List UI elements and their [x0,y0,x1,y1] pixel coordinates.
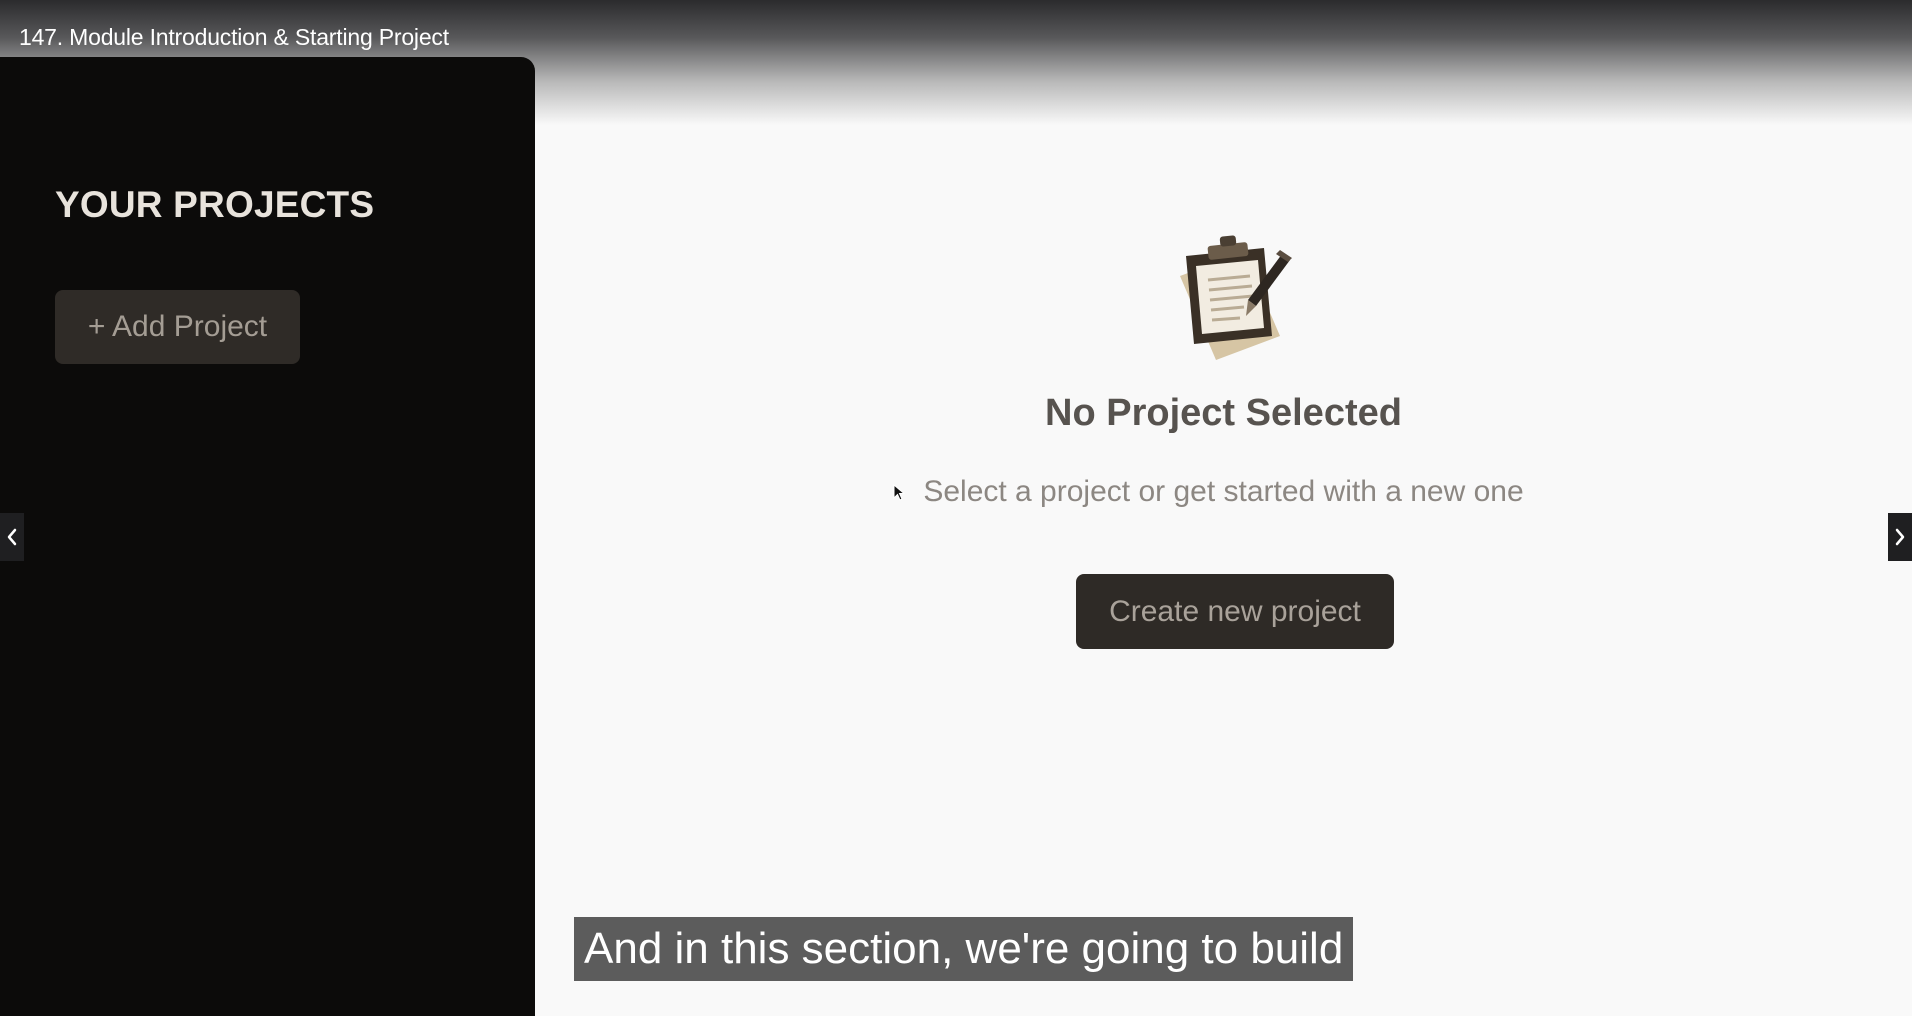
next-button[interactable] [1888,513,1912,561]
sidebar-title: YOUR PROJECTS [55,184,375,225]
projects-sidebar: YOUR PROJECTS + Add Project [0,57,535,1016]
video-player: 147. Module Introduction & Starting Proj… [0,0,1912,1016]
add-project-button[interactable]: + Add Project [55,290,300,364]
create-new-project-button[interactable]: Create new project [1076,574,1394,649]
chevron-right-icon [1895,528,1905,546]
mouse-cursor-icon [893,484,905,501]
chevron-left-icon [7,528,17,546]
empty-state-title: No Project Selected [1045,392,1402,434]
previous-button[interactable] [0,513,24,561]
clipboard-icon [1180,235,1292,360]
subtitle-caption: And in this section, we're going to buil… [574,917,1354,981]
video-title: 147. Module Introduction & Starting Proj… [19,24,449,50]
empty-state-description: Select a project or get started with a n… [923,475,1524,508]
